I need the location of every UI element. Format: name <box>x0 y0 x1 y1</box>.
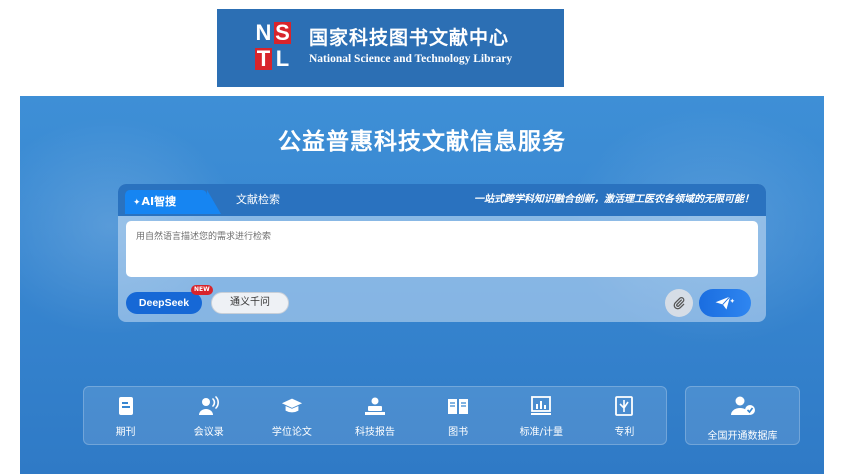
category-books[interactable]: 图书 <box>417 387 500 444</box>
category-tech-report[interactable]: 科技报告 <box>333 387 416 444</box>
search-input[interactable] <box>126 221 758 277</box>
category-label: 科技报告 <box>354 427 395 438</box>
logo-letter-n: N <box>255 20 272 45</box>
open-databases-card[interactable]: 全国开通数据库 <box>685 386 800 445</box>
open-databases-label: 全国开通数据库 <box>707 431 778 442</box>
standard-icon <box>530 395 552 417</box>
sparkle-icon: ✦ <box>133 198 141 208</box>
tab-literature-search[interactable]: 文献检索 <box>236 184 280 216</box>
tab-ai-search-label: AI智搜 <box>141 195 177 208</box>
category-patents[interactable]: 专利 <box>583 387 666 444</box>
category-label: 学位论文 <box>271 427 312 438</box>
tab-ai-search[interactable]: ✦AI智搜 <box>125 190 221 214</box>
search-tabbar: ✦AI智搜 文献检索 一站式跨学科知识融合创新，激活理工医农各领域的无限可能！ <box>118 184 766 216</box>
model-tongyi-button[interactable]: 通义千问 <box>211 292 289 314</box>
category-journal[interactable]: 期刊 <box>84 387 167 444</box>
paperclip-icon <box>673 297 685 310</box>
patent-icon <box>613 395 635 417</box>
paper-plane-icon <box>715 296 735 310</box>
nstl-logo-mark: N S T L <box>255 22 293 72</box>
logo-banner[interactable]: N S T L 国家科技图书文献中心 National Science and … <box>217 9 564 87</box>
book-icon <box>447 395 469 417</box>
category-bar: 期刊 会议录 学位论文 科技报告 图书 标准/计量 专利 <box>83 386 667 445</box>
model-deepseek-button[interactable]: DeepSeek <box>126 292 202 314</box>
hero-section: 公益普惠科技文献信息服务 ✦AI智搜 文献检索 一站式跨学科知识融合创新，激活理… <box>20 96 824 474</box>
logo-letter-l: L <box>275 46 290 71</box>
user-check-icon <box>730 395 756 421</box>
new-badge: NEW <box>191 285 213 295</box>
send-button[interactable] <box>699 289 751 317</box>
report-icon <box>364 395 386 417</box>
category-standards[interactable]: 标准/计量 <box>500 387 583 444</box>
category-label: 图书 <box>448 427 469 438</box>
logo-letter-t: T <box>255 46 272 71</box>
speaker-icon <box>198 395 220 417</box>
category-label: 会议录 <box>193 427 224 438</box>
journal-icon <box>115 395 137 417</box>
graduation-cap-icon <box>281 395 303 417</box>
search-slogan: 一站式跨学科知识融合创新，激活理工医农各领域的无限可能！ <box>474 194 754 205</box>
attach-button[interactable] <box>665 289 693 317</box>
logo-letter-s: S <box>274 20 291 45</box>
category-label: 专利 <box>614 427 635 438</box>
search-panel: ✦AI智搜 文献检索 一站式跨学科知识融合创新，激活理工医农各领域的无限可能！ … <box>118 184 766 322</box>
category-proceedings[interactable]: 会议录 <box>167 387 250 444</box>
logo-name-en: National Science and Technology Library <box>309 53 513 65</box>
category-thesis[interactable]: 学位论文 <box>250 387 333 444</box>
logo-name-cn: 国家科技图书文献中心 <box>309 27 510 49</box>
category-label: 标准/计量 <box>519 427 563 438</box>
category-label: 期刊 <box>115 427 136 438</box>
hero-title: 公益普惠科技文献信息服务 <box>278 128 566 155</box>
